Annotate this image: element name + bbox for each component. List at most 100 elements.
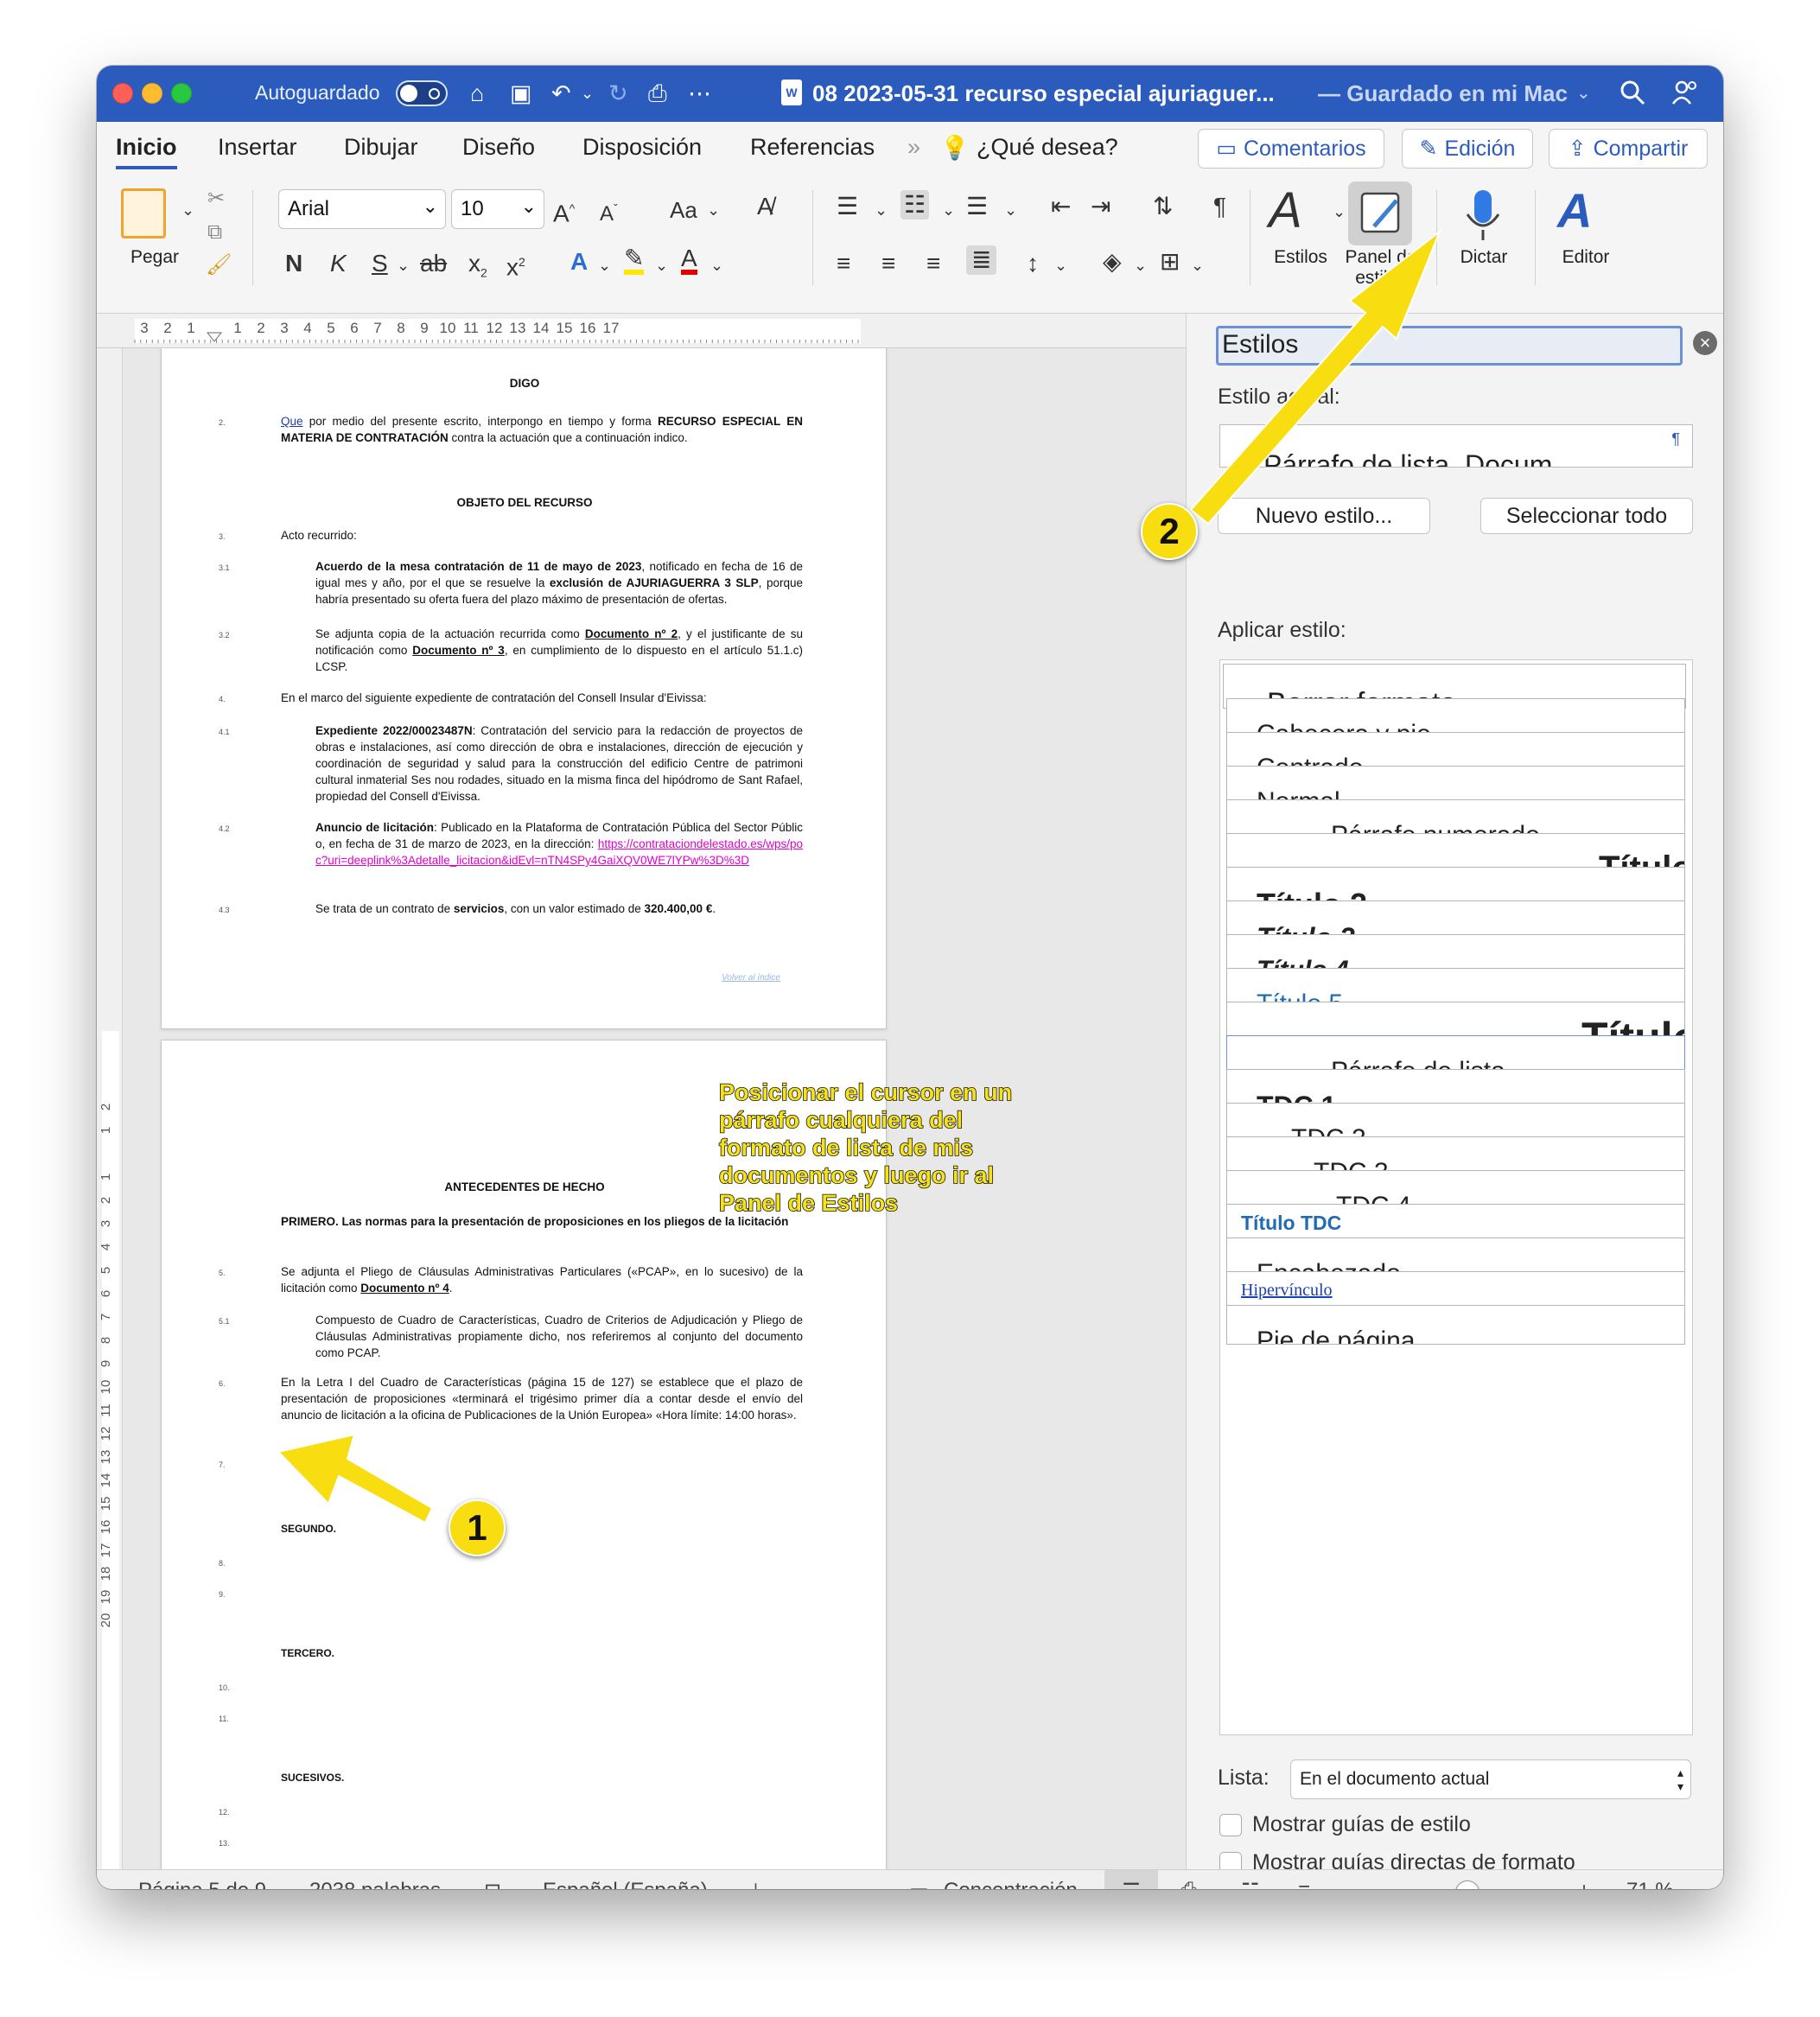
multilevel-chevron-down-icon[interactable]: ⌄ [1004,195,1017,225]
styles-pane-label-2[interactable]: estilos [1338,268,1424,289]
line-spacing-icon[interactable]: ↕ [1027,249,1039,278]
styles-label[interactable]: Estilos [1262,247,1340,268]
format-painter-icon[interactable]: 🖌 [206,251,232,280]
outline-view-icon[interactable]: ☷ [1241,1879,1260,1889]
dictate-label[interactable]: Dictar [1445,247,1523,268]
accessibility-icon[interactable]: ⊥ [747,1879,765,1889]
tell-me-search[interactable]: ¿Qué desea? [977,134,1118,161]
tab-insertar[interactable]: Insertar [218,134,297,161]
proofing-icon[interactable]: ⊡ [484,1879,501,1889]
underline-button[interactable]: S [372,249,388,278]
paragraph-2[interactable]: Que por medio del presente escrito, inte… [281,413,803,446]
decrease-indent-icon[interactable]: ⇤ [1051,192,1071,221]
font-color-chevron-down-icon[interactable]: ⌄ [710,251,723,280]
numbering-icon[interactable]: ☷ [900,190,930,220]
tab-inicio[interactable]: Inicio [116,134,177,169]
close-pane-icon[interactable]: × [1693,331,1717,355]
close-window-button[interactable] [112,83,133,104]
paragraph-4-2[interactable]: Anuncio de licitación: Publicado en la P… [315,819,803,869]
horizontal-ruler[interactable]: 3 2 1 1 2 3 4 5 6 7 8 9 10 11 12 13 14 15 16 17 [97,314,1186,348]
autosave-toggle[interactable] [396,80,448,106]
paragraph-3[interactable]: Acto recurrido: [281,527,357,544]
multilevel-list-icon[interactable]: ☰ [966,192,988,221]
back-to-index-link[interactable]: Volver al índice [722,970,780,986]
paragraph-4-3[interactable]: Se trata de un contrato de servicios, co… [315,900,803,917]
copy-icon[interactable]: ⧉ [207,218,222,247]
show-style-guides-checkbox[interactable] [1219,1814,1242,1836]
font-size-select[interactable]: 10 ⌄ [451,189,544,229]
status-chevron-down-icon[interactable]: ⌄ [1576,78,1591,109]
tab-dibujar[interactable]: Dibujar [344,134,418,161]
tab-diseno[interactable]: Diseño [462,134,535,161]
underline-chevron-down-icon[interactable]: ⌄ [397,251,410,280]
search-icon[interactable] [1620,80,1645,105]
superscript-icon[interactable]: x2 [506,247,525,282]
paragraph-3-2[interactable]: Se adjunta copia de la actuación recurri… [315,626,803,675]
zoom-out-icon[interactable]: − [1364,1879,1376,1889]
vertical-ruler[interactable]: 2 1 1 2 3 4 5 6 7 8 9 10 11 12 13 14 15 16 17 18 19 20 [97,348,123,1869]
styles-pane-label-1[interactable]: Panel de [1338,247,1424,268]
focus-mode[interactable]: Concentración [944,1879,1078,1889]
paragraph-5-1[interactable]: Compuesto de Cuadro de Características, … [315,1312,803,1361]
style-item[interactable]: Pie de página [1226,1305,1685,1345]
align-right-icon[interactable]: ≡ [926,249,940,278]
paste-icon[interactable] [121,188,166,239]
justify-icon[interactable]: ≣ [966,245,997,275]
document-canvas[interactable]: DIGO 2. Que por medio del presente escri… [123,348,1186,1869]
subscript-icon[interactable]: x2 [468,249,487,288]
more-icon[interactable]: ⋯ [688,78,711,109]
align-left-icon[interactable]: ≡ [837,249,850,278]
font-color-icon[interactable]: A [681,246,697,275]
paragraph-5[interactable]: Se adjunta el Pliego de Cláusulas Admini… [281,1263,803,1296]
text-effects-icon[interactable]: A [570,247,588,277]
zoom-slider-thumb[interactable] [1455,1880,1480,1889]
print-layout-icon[interactable]: ☰ [1104,1870,1158,1889]
sort-icon[interactable]: ⇅ [1153,192,1173,221]
borders-icon[interactable]: ⊞ [1160,247,1180,277]
page-count[interactable]: Página 5 de 9 [138,1879,266,1889]
paragraph-3-1[interactable]: Acuerdo de la mesa contratación de 11 de… [315,558,803,608]
zoom-level[interactable]: 71 % [1626,1879,1674,1889]
language[interactable]: Español (España) [543,1879,708,1889]
bullets-icon[interactable]: ☰ [837,192,858,221]
paragraph-4[interactable]: En el marco del siguiente expediente de … [281,690,803,706]
microphone-icon[interactable] [1457,187,1509,247]
share-button[interactable]: ⇪ Compartir [1549,129,1708,169]
align-center-icon[interactable]: ≡ [881,249,895,278]
save-status[interactable]: — Guardado en mi Mac [1318,78,1568,109]
tab-disposicion[interactable]: Disposición [582,134,702,161]
effects-chevron-down-icon[interactable]: ⌄ [598,251,611,280]
borders-chevron-down-icon[interactable]: ⌄ [1191,251,1204,280]
paste-label[interactable]: Pegar [124,247,185,268]
save-icon[interactable]: ▣ [510,78,532,109]
bold-button[interactable]: N [285,249,302,278]
italic-button[interactable]: K [330,249,347,278]
decrease-font-icon[interactable]: Aˇ [600,194,618,229]
clear-formatting-icon[interactable]: A̸ [757,192,773,221]
strikethrough-button[interactable]: ab [420,249,447,278]
increase-font-icon[interactable]: A^ [553,194,575,228]
case-chevron-down-icon[interactable]: ⌄ [707,195,720,225]
shading-icon[interactable]: ◈ [1103,247,1122,277]
style-list[interactable]: Borrar formatoCabecera y pieCentradoNorm… [1219,659,1693,1735]
minimize-window-button[interactable] [142,83,162,104]
paragraph-4-1[interactable]: Expediente 2022/00023487N: Contratación … [315,722,803,805]
cut-icon[interactable]: ✂ [207,184,225,213]
focus-icon[interactable]: ▭ [909,1879,929,1889]
paste-chevron-down-icon[interactable]: ⌄ [181,195,194,225]
spacing-chevron-down-icon[interactable]: ⌄ [1054,251,1067,280]
list-filter-select[interactable]: En el documento actual ▴ ▾ [1290,1759,1691,1799]
redo-icon[interactable]: ↻ [608,78,628,109]
select-all-button[interactable]: Seleccionar todo [1480,498,1693,534]
undo-icon[interactable]: ↶ [551,78,571,109]
undo-chevron-down-icon[interactable]: ⌄ [581,78,594,109]
document-title[interactable]: 08 2023-05-31 recurso especial ajuriague… [812,78,1275,109]
zoom-in-icon[interactable]: + [1578,1879,1590,1889]
word-count[interactable]: 2038 palabras [309,1879,441,1889]
styles-pane-button[interactable] [1348,181,1412,245]
styles-gallery-icon[interactable]: A [1269,183,1302,239]
zoom-window-button[interactable] [171,83,192,104]
web-layout-icon[interactable]: ⎙ [1180,1879,1197,1889]
document-page[interactable]: DIGO 2. Que por medio del presente escri… [161,348,887,1029]
editing-button[interactable]: ✎ Edición [1402,129,1533,169]
